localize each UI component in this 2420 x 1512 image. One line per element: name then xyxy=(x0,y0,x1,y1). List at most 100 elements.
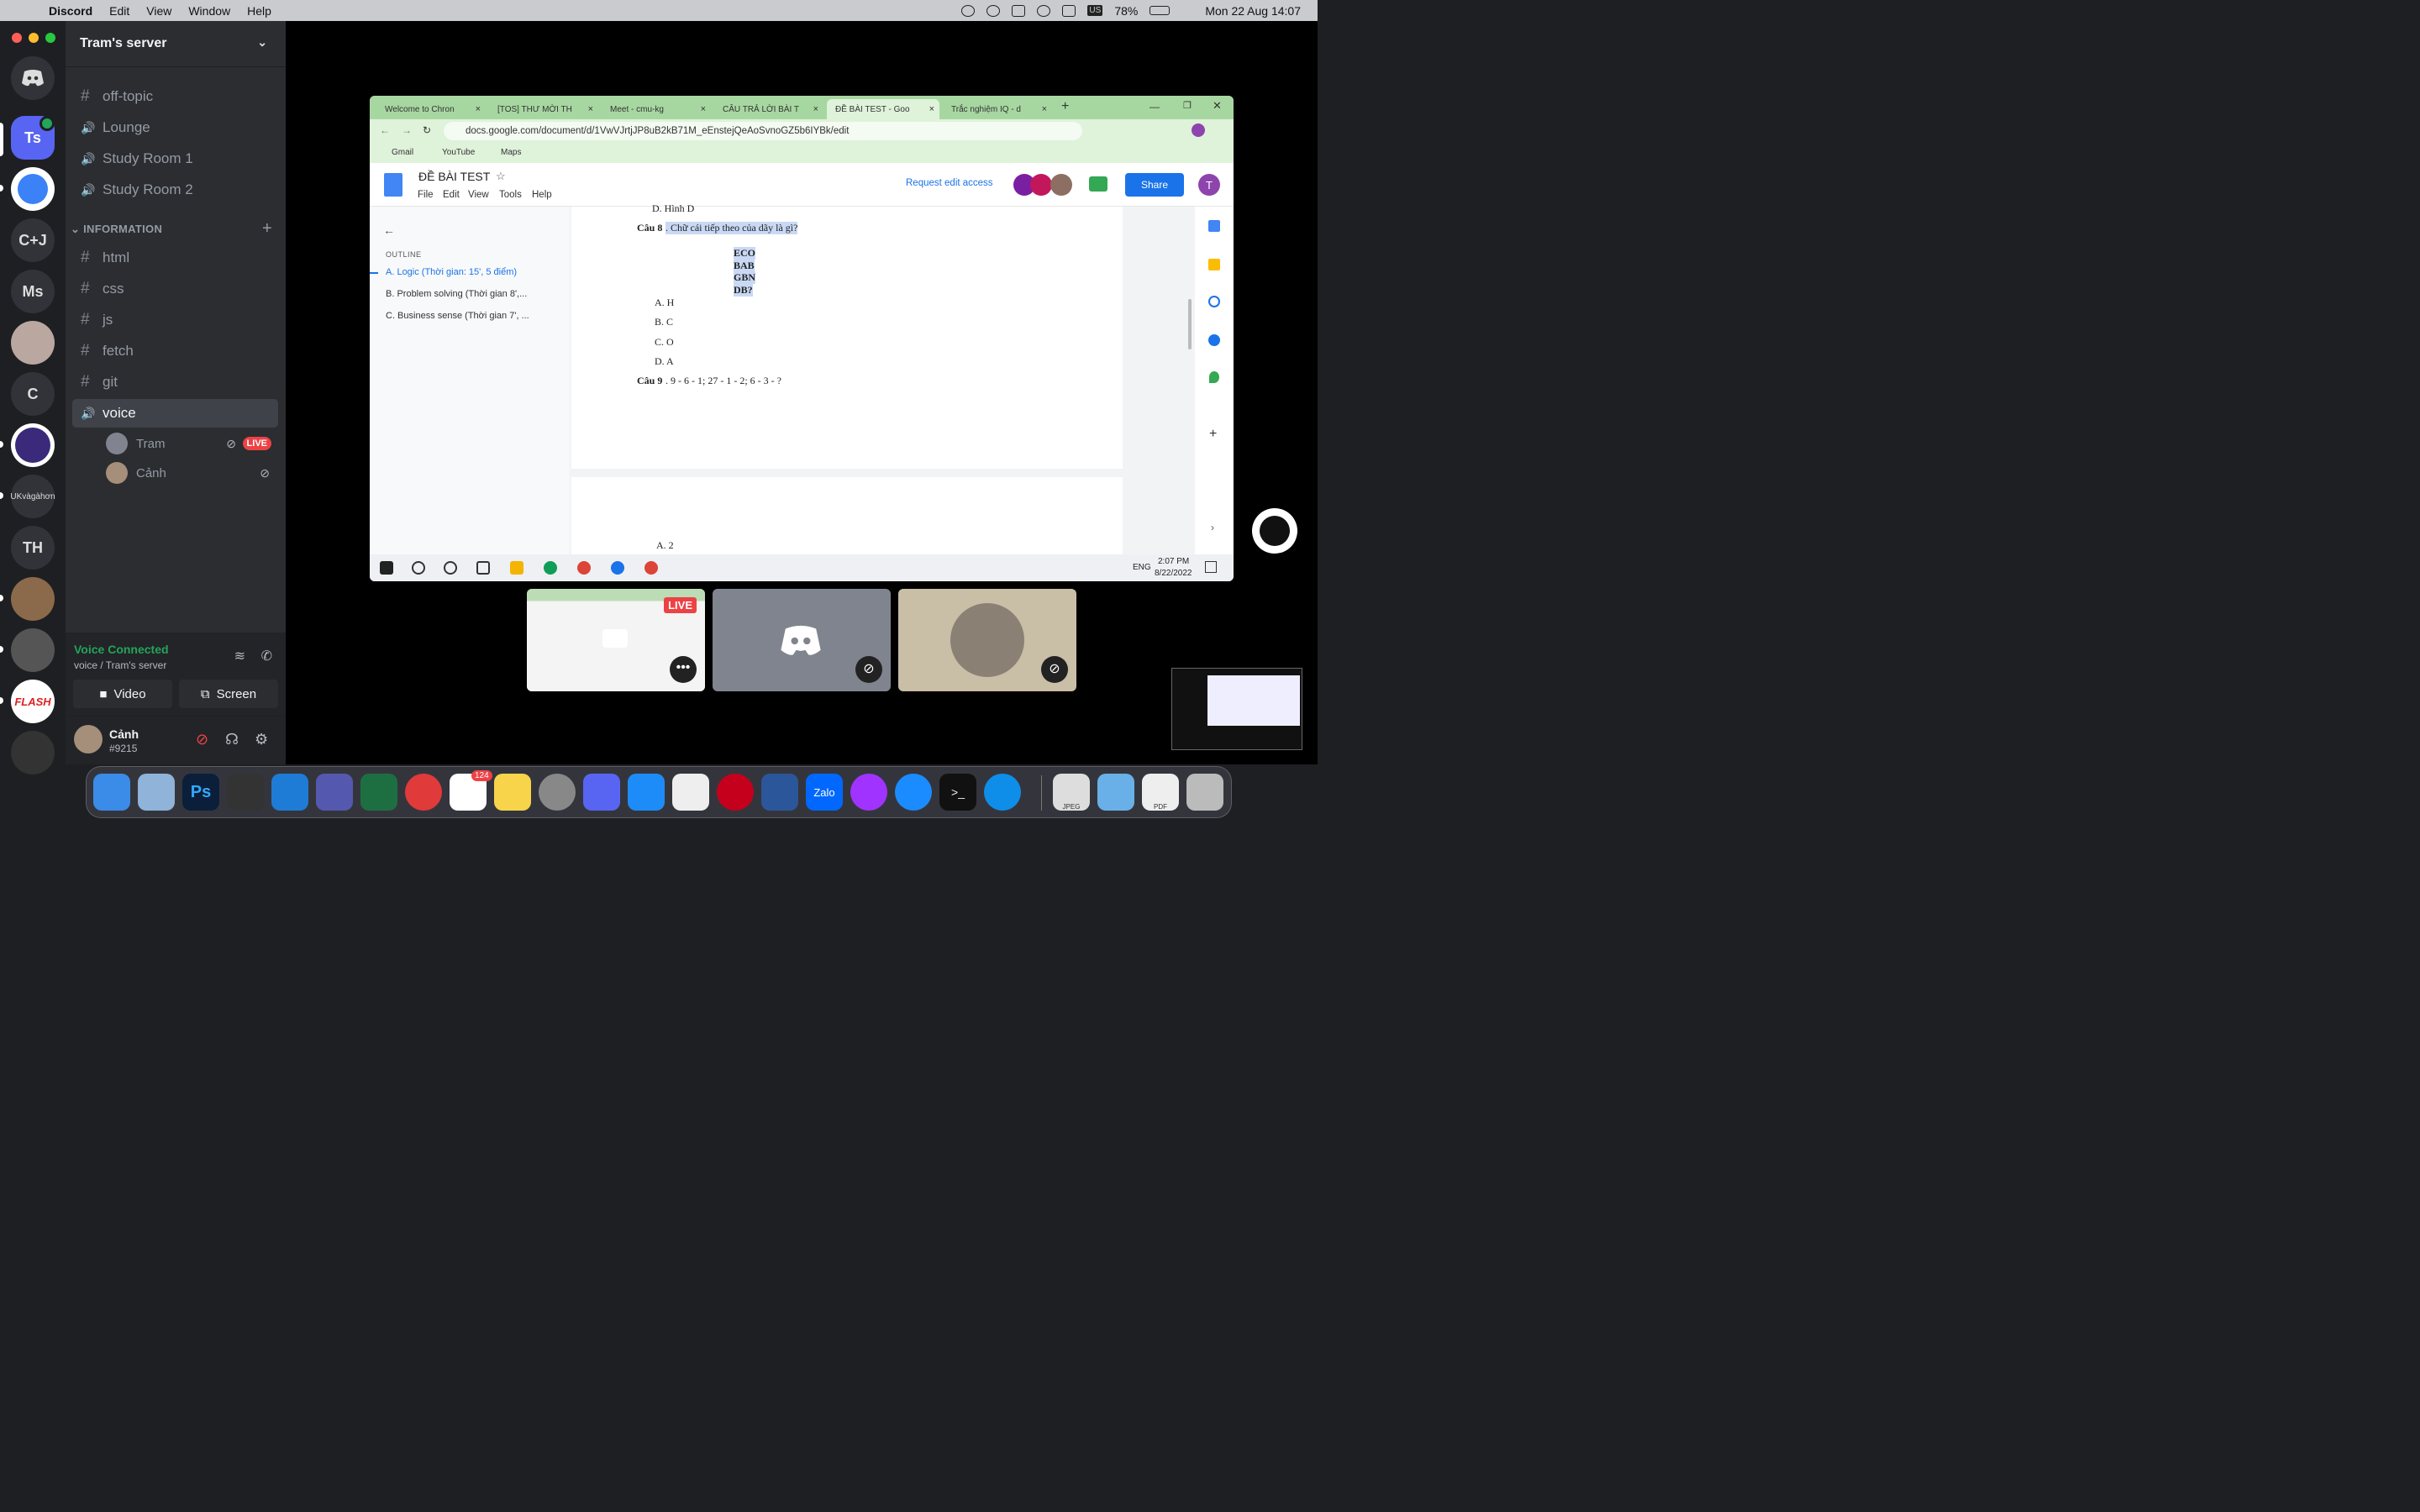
screen-share-stream[interactable]: Welcome to Chron × [TOS] THƯ MỜI TH × Meet… xyxy=(370,96,1234,581)
guild-flash-icon[interactable]: FLASH xyxy=(11,680,55,723)
guild-th[interactable]: TH xyxy=(11,526,55,570)
noise-suppression-icon[interactable]: ≋ xyxy=(234,648,245,664)
notes-icon[interactable] xyxy=(494,774,531,811)
channel-study-room-2[interactable]: 🔊 Study Room 2 xyxy=(72,176,278,204)
chrome-icon[interactable] xyxy=(644,561,658,575)
star-icon[interactable]: ☆ xyxy=(496,170,506,183)
back-icon[interactable]: ← xyxy=(380,124,390,136)
channel-git[interactable]: # git xyxy=(72,368,278,396)
cloud-icon[interactable] xyxy=(1012,4,1026,17)
channel-lounge[interactable]: 🔊 Lounge xyxy=(72,113,278,142)
channel-study-room-1[interactable]: 🔊 Study Room 1 xyxy=(72,144,278,173)
guild-avatar-1[interactable] xyxy=(11,321,55,365)
mic-muted-icon[interactable]: ⊘ xyxy=(196,731,208,748)
app-menu[interactable]: Discord xyxy=(49,4,92,18)
safari-icon[interactable] xyxy=(895,774,932,811)
close-icon[interactable]: × xyxy=(929,104,934,114)
new-tab-icon[interactable]: + xyxy=(1061,99,1069,114)
profile-avatar[interactable] xyxy=(1192,123,1205,137)
guild-avatar-2[interactable] xyxy=(11,577,55,621)
outline-item[interactable]: C. Business sense (Thời gian 7', ... xyxy=(386,311,529,321)
close-icon[interactable]: × xyxy=(476,104,481,114)
participant-tile-canh[interactable]: ⊘ xyxy=(898,589,1076,691)
scrollbar[interactable] xyxy=(1188,299,1192,349)
menu-tools[interactable]: Tools xyxy=(499,190,522,200)
jpeg-file-icon[interactable]: JPEG xyxy=(1053,774,1090,811)
browser-tab[interactable]: Welcome to Chron × xyxy=(376,99,486,119)
channel-js[interactable]: # js xyxy=(72,306,278,334)
messenger-icon[interactable] xyxy=(850,774,887,811)
share-button[interactable]: Share xyxy=(1125,173,1184,197)
edge-icon[interactable] xyxy=(544,561,557,575)
url-field[interactable]: docs.google.com/document/d/1VwVJrtjJP8uB… xyxy=(444,122,1082,140)
participant-tile-tram[interactable]: ⊘ xyxy=(713,589,891,691)
file-explorer-icon[interactable] xyxy=(510,561,523,575)
forward-icon[interactable]: → xyxy=(402,124,412,136)
bookmark-maps[interactable]: Maps xyxy=(501,148,521,157)
excel-icon[interactable] xyxy=(360,774,397,811)
guild-s-icon[interactable] xyxy=(11,167,55,211)
account-avatar[interactable]: T xyxy=(1198,174,1220,196)
zalo-icon[interactable]: Zalo xyxy=(806,774,843,811)
discord-icon[interactable] xyxy=(583,774,620,811)
guild-cj[interactable]: C+J xyxy=(11,218,55,262)
server-header[interactable]: Tram's server ⌄ xyxy=(66,21,286,67)
status-icon[interactable] xyxy=(961,4,976,17)
messenger-bubble-icon[interactable] xyxy=(1252,508,1297,554)
back-arrow-icon[interactable]: ← xyxy=(383,223,395,237)
play-icon[interactable] xyxy=(1037,4,1051,17)
menu-help[interactable]: Help xyxy=(247,4,271,18)
doc-page[interactable]: D. Hình D Câu 8 . Chữ cái tiếp theo của … xyxy=(571,202,1123,469)
menu-view[interactable]: View xyxy=(146,4,171,18)
voice-user-tram[interactable]: Tram ⊘ LIVE xyxy=(106,431,278,456)
close-icon[interactable]: × xyxy=(1042,104,1047,114)
browser-tab[interactable]: Trắc nghiệm IQ - d × xyxy=(943,99,1052,119)
browser-tab[interactable]: [TOS] THƯ MỜI TH × xyxy=(489,99,598,119)
cortana-icon[interactable] xyxy=(444,561,457,575)
doc-title[interactable]: ĐỀ BÀI TEST xyxy=(418,170,490,183)
more-options-icon[interactable]: ••• xyxy=(670,656,697,683)
folder-icon[interactable] xyxy=(1097,774,1134,811)
battery-icon[interactable] xyxy=(1150,6,1171,15)
meet-icon[interactable] xyxy=(1089,176,1107,192)
request-edit-access-link[interactable]: Request edit access xyxy=(906,178,993,188)
close-icon[interactable]: × xyxy=(701,104,706,114)
guild-avatar-3[interactable] xyxy=(11,628,55,672)
language-indicator[interactable]: ENG xyxy=(1133,563,1151,572)
channel-voice[interactable]: 🔊 voice xyxy=(72,399,278,428)
bookmark-youtube[interactable]: YouTube xyxy=(442,148,475,157)
maps-icon[interactable] xyxy=(1209,371,1219,383)
menu-file[interactable]: File xyxy=(418,190,434,200)
participant-tile-stream[interactable]: LIVE ••• xyxy=(527,589,705,691)
display-icon[interactable] xyxy=(1062,4,1076,17)
task-view-icon[interactable] xyxy=(476,561,490,575)
contacts-icon[interactable] xyxy=(1208,334,1220,346)
opera-icon[interactable] xyxy=(717,774,754,811)
teamviewer-icon[interactable] xyxy=(611,561,624,575)
screen-preview-thumbnail[interactable] xyxy=(1171,668,1302,750)
collaborator-avatar[interactable] xyxy=(1030,174,1052,196)
reload-icon[interactable]: ↻ xyxy=(423,124,431,136)
add-channel-icon[interactable]: + xyxy=(262,219,272,239)
bookmark-gmail[interactable]: Gmail xyxy=(392,148,413,157)
notification-icon[interactable] xyxy=(1205,561,1217,573)
system-settings-icon[interactable] xyxy=(539,774,576,811)
channel-css[interactable]: # css xyxy=(72,275,278,303)
channel-off-topic[interactable]: # off-topic xyxy=(72,82,278,111)
close-icon[interactable]: ✕ xyxy=(1213,99,1222,113)
terminal-icon[interactable]: >_ xyxy=(939,774,976,811)
headphones-icon[interactable]: ☊ xyxy=(225,731,239,748)
chevron-right-icon[interactable]: › xyxy=(1211,522,1214,533)
category-information[interactable]: ⌄ INFORMATION + xyxy=(71,219,281,238)
windows-start-icon[interactable] xyxy=(380,561,393,575)
video-button[interactable]: ■ Video xyxy=(73,680,172,708)
outline-item[interactable]: B. Problem solving (Thời gian 8',... xyxy=(386,289,527,299)
textedit-icon[interactable] xyxy=(672,774,709,811)
mail-icon[interactable] xyxy=(405,774,442,811)
trash-icon[interactable] xyxy=(1186,774,1223,811)
add-icon[interactable]: + xyxy=(1209,427,1217,442)
keep-icon[interactable] xyxy=(1208,259,1220,270)
vscode-icon[interactable] xyxy=(271,774,308,811)
search-icon[interactable] xyxy=(412,561,425,575)
channel-fetch[interactable]: # fetch xyxy=(72,337,278,365)
